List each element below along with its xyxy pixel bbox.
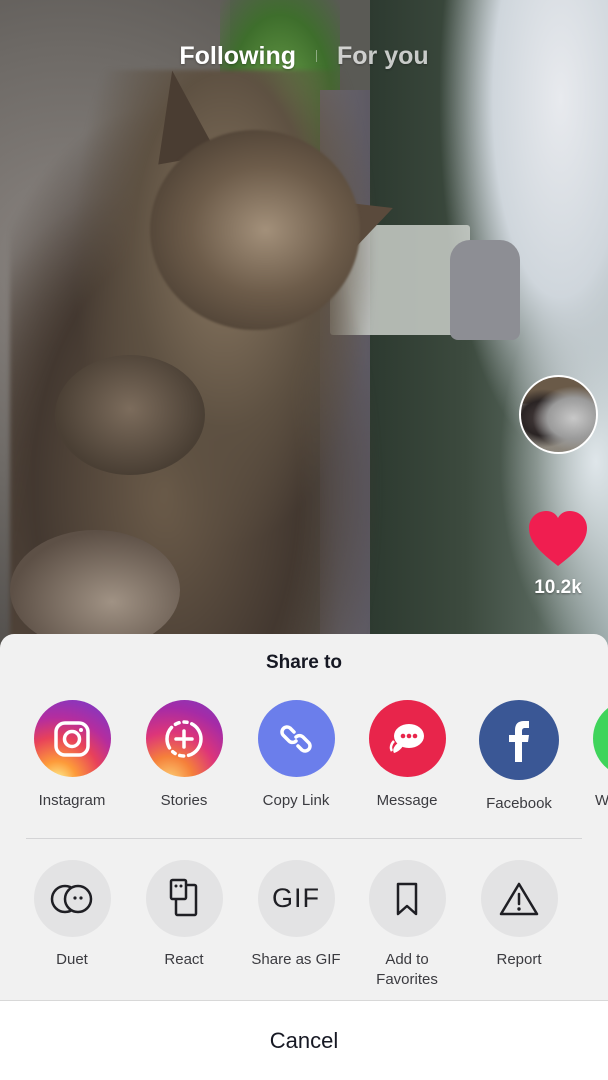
link-icon bbox=[257, 700, 335, 777]
action-react[interactable]: React bbox=[128, 860, 240, 970]
tab-divider bbox=[315, 50, 317, 62]
share-message[interactable]: Message bbox=[351, 700, 463, 811]
action-add-to-favorites-line1: Add to bbox=[385, 951, 429, 968]
action-report-label: Report bbox=[496, 951, 542, 968]
feed-tabs: Following For you bbox=[0, 38, 608, 74]
heart-icon bbox=[529, 511, 587, 566]
share-whatsapp[interactable]: W bbox=[575, 700, 608, 811]
bookmark-icon bbox=[368, 860, 446, 937]
facebook-icon bbox=[479, 700, 559, 780]
tab-for-you[interactable]: For you bbox=[337, 42, 429, 71]
action-react-label: React bbox=[164, 951, 204, 968]
creator-avatar[interactable] bbox=[519, 375, 598, 454]
action-share-gif[interactable]: GIF Share as GIF bbox=[240, 860, 352, 970]
action-report[interactable]: Report bbox=[463, 860, 575, 970]
share-copy-link-label: Copy Link bbox=[262, 792, 330, 809]
share-stories-label: Stories bbox=[160, 792, 208, 809]
share-instagram[interactable]: Instagram bbox=[16, 700, 128, 811]
share-targets-row: Instagram Stories Copy Link Message Face… bbox=[0, 700, 608, 830]
action-duet-label: Duet bbox=[56, 951, 88, 968]
tab-following[interactable]: Following bbox=[179, 42, 296, 71]
action-duet[interactable]: Duet bbox=[16, 860, 128, 970]
video-cat-head bbox=[150, 130, 360, 330]
stories-add-icon bbox=[145, 700, 223, 777]
warning-icon bbox=[480, 860, 558, 937]
action-share-gif-label: Share as GIF bbox=[251, 951, 341, 968]
instagram-icon bbox=[33, 700, 111, 777]
gif-icon: GIF bbox=[257, 860, 335, 937]
action-add-to-favorites-line2: Favorites bbox=[376, 971, 438, 988]
video-cat-paw bbox=[55, 355, 205, 475]
video-background-mailbox bbox=[450, 240, 520, 340]
action-add-to-favorites[interactable]: Add to Favorites bbox=[351, 860, 463, 990]
react-icon bbox=[145, 860, 223, 937]
share-copy-link[interactable]: Copy Link bbox=[240, 700, 352, 811]
share-sheet-title: Share to bbox=[265, 652, 343, 673]
like-button[interactable] bbox=[526, 508, 590, 572]
cancel-label: Cancel bbox=[269, 1027, 339, 1053]
share-facebook-label: Facebook bbox=[486, 795, 552, 812]
share-actions-row: Duet React GIF Share as GIF Add to Favor… bbox=[0, 860, 608, 990]
chat-bubble-icon bbox=[368, 700, 446, 777]
share-message-label: Message bbox=[376, 792, 438, 809]
action-add-to-favorites-label: Add to Favorites bbox=[376, 950, 438, 990]
share-instagram-label: Instagram bbox=[38, 792, 106, 809]
gif-glyph: GIF bbox=[272, 883, 320, 913]
duet-icon bbox=[33, 860, 111, 937]
share-whatsapp-label: W bbox=[595, 792, 608, 809]
like-count: 10.2k bbox=[534, 577, 582, 598]
video-player[interactable] bbox=[0, 0, 608, 660]
share-stories[interactable]: Stories bbox=[128, 700, 240, 811]
video-cat-paw bbox=[10, 530, 180, 650]
share-facebook[interactable]: Facebook bbox=[463, 700, 575, 814]
whatsapp-icon bbox=[593, 700, 608, 777]
cancel-button[interactable]: Cancel bbox=[0, 1000, 608, 1080]
share-sheet-divider bbox=[26, 838, 582, 839]
